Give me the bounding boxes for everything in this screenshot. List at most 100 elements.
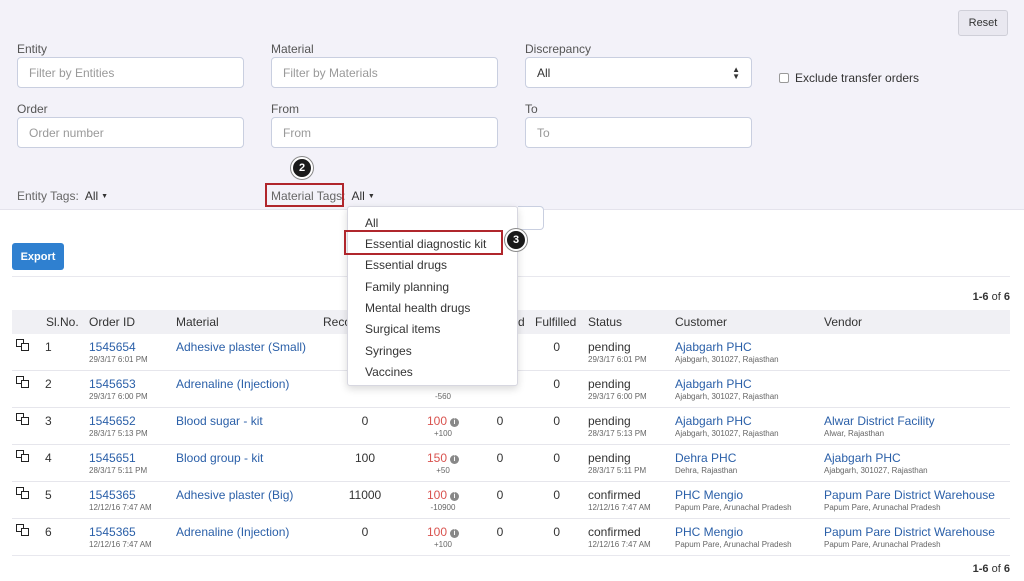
customer-link[interactable]: Ajabgarh PHC: [675, 340, 752, 354]
customer-link[interactable]: Ajabgarh PHC: [675, 377, 752, 391]
pager-total: 6: [1003, 563, 1010, 575]
export-button[interactable]: Export: [12, 243, 64, 270]
pager-range: 1-6: [972, 563, 989, 575]
col-header-material: Material: [176, 315, 219, 329]
discrepancy-label: Discrepancy: [525, 42, 592, 56]
exclude-transfer-label: Exclude transfer orders: [795, 71, 920, 85]
customer-link[interactable]: Dehra PHC: [675, 451, 736, 465]
material-link[interactable]: Adrenaline (Injection): [176, 377, 289, 391]
material-tags-toggle[interactable]: All ▼: [351, 189, 374, 203]
entity-tags-toggle[interactable]: All ▼: [85, 189, 108, 203]
order-date: 28/3/17 5:13 PM: [89, 429, 148, 438]
dropdown-item-all[interactable]: All: [348, 212, 517, 233]
order-id-link[interactable]: 1545653: [89, 377, 136, 391]
customer-link[interactable]: PHC Mengio: [675, 525, 743, 539]
order-id-link[interactable]: 1545365: [89, 525, 136, 539]
ordered-delta: +100: [433, 429, 453, 438]
dropdown-item-syringes[interactable]: Syringes: [348, 340, 517, 361]
info-icon[interactable]: i: [450, 529, 460, 538]
hidden-input-edge: [518, 206, 544, 230]
row-slno: 5: [45, 488, 52, 502]
ordered-value: 150: [426, 451, 448, 465]
copy-icon[interactable]: [16, 339, 30, 352]
entity-tags-label: Entity Tags:: [17, 189, 79, 203]
fulfilled-qty: 0: [553, 451, 560, 465]
checkbox-icon[interactable]: [779, 73, 789, 83]
material-link[interactable]: Blood group - kit: [176, 451, 263, 465]
dropdown-item-essential-drugs[interactable]: Essential drugs: [348, 254, 517, 275]
vendor-link[interactable]: Papum Pare District Warehouse: [824, 488, 995, 502]
select-arrows-icon: ▲ ▼: [732, 64, 740, 81]
dropdown-item-family-planning[interactable]: Family planning: [348, 276, 517, 297]
to-date-input[interactable]: To: [525, 117, 752, 148]
vendor-link[interactable]: Papum Pare District Warehouse: [824, 525, 995, 539]
order-number-input[interactable]: Order number: [17, 117, 244, 148]
material-link[interactable]: Adhesive plaster (Small): [176, 340, 306, 354]
pager-of: of: [991, 291, 1001, 303]
copy-icon[interactable]: [16, 413, 30, 426]
entity-tags-filter: Entity Tags: All ▼: [17, 189, 108, 203]
material-link[interactable]: Adhesive plaster (Big): [176, 488, 293, 502]
vendor-link[interactable]: Alwar District Facility: [824, 414, 935, 428]
order-date: 28/3/17 5:11 PM: [89, 466, 148, 475]
recommended-qty: 11000: [348, 488, 382, 502]
dropdown-item-mental-health-drugs[interactable]: Mental health drugs: [348, 297, 517, 318]
customer-address: Ajabgarh, 301027, Rajasthan: [675, 392, 779, 401]
info-icon[interactable]: i: [450, 455, 460, 464]
ordered-delta: +50: [436, 466, 450, 475]
status-text: confirmed: [588, 525, 641, 539]
ordered-delta: +100: [433, 540, 453, 549]
order-id-link[interactable]: 1545652: [89, 414, 136, 428]
copy-icon[interactable]: [16, 376, 30, 389]
row-slno: 2: [45, 377, 52, 391]
divider: [12, 555, 1010, 556]
material-link[interactable]: Adrenaline (Injection): [176, 525, 289, 539]
customer-link[interactable]: PHC Mengio: [675, 488, 743, 502]
vendor-address: Papum Pare, Arunachal Pradesh: [824, 503, 941, 512]
material-tags-value: All: [351, 189, 365, 203]
shipped-qty: 0: [496, 525, 504, 539]
col-header-shipped-partial: d: [518, 315, 525, 329]
ordered-value: 100: [426, 488, 448, 502]
status-text: pending: [588, 414, 631, 428]
dropdown-item-essential-diagnostic-kit[interactable]: Essential diagnostic kit: [348, 233, 517, 254]
ordered-delta: -10900: [430, 503, 456, 512]
order-id-link[interactable]: 1545651: [89, 451, 136, 465]
pagination-top: 1-6 of 6: [973, 291, 1010, 303]
dropdown-item-surgical-items[interactable]: Surgical items: [348, 318, 517, 339]
vendor-link[interactable]: Ajabgarh PHC: [824, 451, 901, 465]
order-date: 29/3/17 6:00 PM: [89, 392, 148, 401]
order-id-link[interactable]: 1545654: [89, 340, 136, 354]
exclude-transfer-checkbox[interactable]: Exclude transfer orders: [779, 71, 919, 85]
entity-filter-input[interactable]: Filter by Entities: [17, 57, 244, 88]
copy-icon[interactable]: [16, 487, 30, 500]
discrepancy-select[interactable]: All ▲ ▼: [525, 57, 752, 88]
col-header-slno: Sl.No.: [46, 315, 79, 329]
customer-address: Ajabgarh, 301027, Rajasthan: [675, 355, 779, 364]
status-text: pending: [588, 451, 631, 465]
filter-panel: Reset Entity Filter by Entities Material…: [0, 0, 1024, 210]
status-date: 29/3/17 6:01 PM: [588, 355, 647, 364]
caret-down-icon: ▼: [367, 192, 375, 200]
order-label: Order: [17, 102, 48, 116]
customer-address: Papum Pare, Arunachal Pradesh: [675, 503, 792, 512]
from-date-input[interactable]: From: [271, 117, 498, 148]
row-slno: 4: [45, 451, 52, 465]
info-icon[interactable]: i: [450, 418, 460, 427]
material-link[interactable]: Blood sugar - kit: [176, 414, 263, 428]
info-icon[interactable]: i: [450, 492, 460, 501]
caret-down-icon: ▼: [101, 192, 109, 200]
status-date: 28/3/17 5:11 PM: [588, 466, 647, 475]
order-id-link[interactable]: 1545365: [89, 488, 136, 502]
ordered-qty: 100 i: [418, 525, 468, 539]
copy-icon[interactable]: [16, 450, 30, 463]
dropdown-item-vaccines[interactable]: Vaccines: [348, 361, 517, 382]
ordered-qty: 150 i: [418, 451, 468, 465]
material-filter-input[interactable]: Filter by Materials: [271, 57, 498, 88]
pager-total: 6: [1003, 291, 1010, 303]
customer-link[interactable]: Ajabgarh PHC: [675, 414, 752, 428]
ordered-value: 100: [426, 525, 448, 539]
step-2-badge: 2: [291, 157, 313, 179]
reset-button[interactable]: Reset: [958, 10, 1008, 36]
copy-icon[interactable]: [16, 524, 30, 537]
